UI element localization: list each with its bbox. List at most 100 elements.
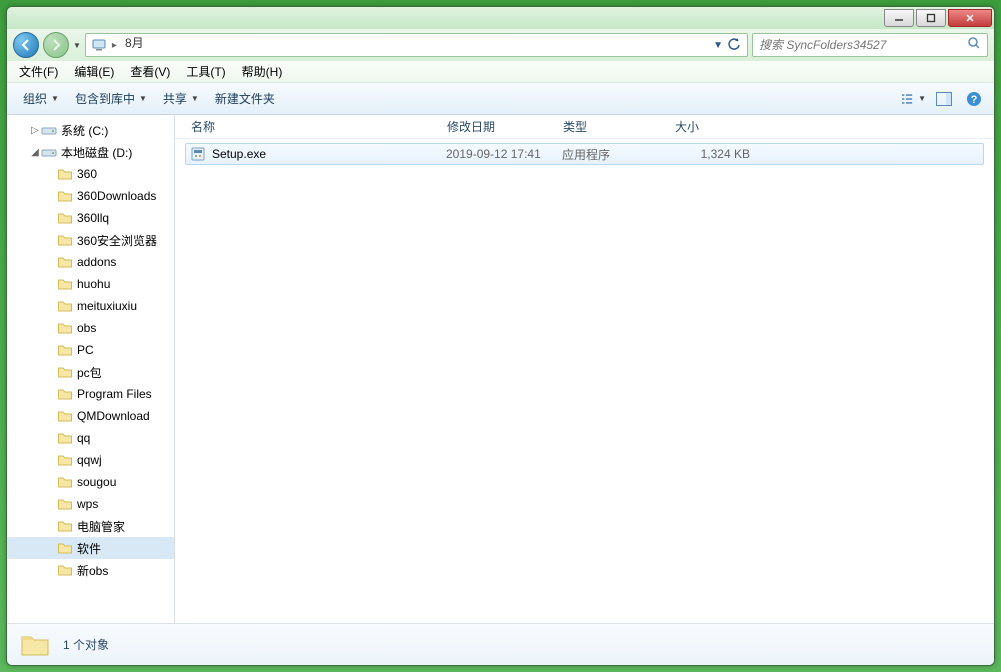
maximize-button[interactable] [916,9,946,27]
tree-item[interactable]: qq [7,427,174,449]
tree-item-label: PC [77,343,94,357]
refresh-button[interactable] [723,37,745,54]
column-type[interactable]: 类型 [557,118,669,135]
organize-button[interactable]: 组织 ▼ [15,86,67,111]
view-options-button[interactable]: ▼ [902,87,926,111]
tree-item[interactable]: pc包 [7,361,174,383]
file-size: 1,324 KB [674,147,750,161]
new-folder-button[interactable]: 新建文件夹 [207,86,283,111]
menu-tools[interactable]: 工具(T) [178,61,233,82]
drive-icon [41,122,57,138]
tree-item-label: QMDownload [77,409,150,423]
include-in-library-button[interactable]: 包含到库中▼ [67,86,155,111]
tree-item[interactable]: qqwj [7,449,174,471]
tree-item[interactable]: 软件 [7,537,174,559]
tree-item[interactable]: huohu [7,273,174,295]
folder-icon [57,342,73,358]
navigation-tree[interactable]: ▷系统 (C:)◢本地磁盘 (D:)360360Downloads360llq 3… [7,115,175,623]
menu-help[interactable]: 帮助(H) [234,61,291,82]
refresh-icon [727,37,741,51]
view-list-icon [902,92,916,106]
tree-item[interactable]: Program Files [7,383,174,405]
back-arrow-icon [19,38,33,52]
toolbar-right: ▼ ? [902,87,986,111]
svg-text:?: ? [971,94,978,106]
explorer-window: ▼ ▸ 计算机▸本地磁盘 (D:)▸软件▸8月▸01▸SyncFolders▸S… [6,6,995,666]
nav-history-dropdown[interactable]: ▼ [73,41,81,50]
tree-item[interactable]: 360llq [7,207,174,229]
forward-button[interactable] [43,32,69,58]
breadcrumb-dropdown[interactable]: ▼ [713,37,747,54]
column-date[interactable]: 修改日期 [441,118,557,135]
tree-item[interactable]: ▷系统 (C:) [7,119,174,141]
tree-item[interactable]: meituxiuxiu [7,295,174,317]
help-button[interactable]: ? [962,87,986,111]
tree-item-label: meituxiuxiu [77,299,137,313]
tree-item[interactable]: 新obs [7,559,174,581]
folder-icon [57,298,73,314]
folder-icon [57,562,73,578]
tree-item-label: 软件 [77,540,101,557]
breadcrumb-segments: 计算机▸本地磁盘 (D:)▸软件▸8月▸01▸SyncFolders▸SyncF… [119,33,231,57]
tree-item[interactable]: ◢本地磁盘 (D:) [7,141,174,163]
tree-item-label: wps [77,497,98,511]
search-icon[interactable] [967,36,981,55]
menu-file[interactable]: 文件(F) [11,61,66,82]
tree-item[interactable]: 360安全浏览器 [7,229,174,251]
expand-toggle[interactable]: ▷ [29,125,41,136]
chevron-down-icon: ▼ [918,94,926,103]
breadcrumb-segment[interactable]: 8月 [119,34,231,51]
file-date: 2019-09-12 17:41 [446,147,562,161]
preview-pane-button[interactable] [932,87,956,111]
chevron-down-icon: ▼ [51,94,59,103]
column-size[interactable]: 大小 [669,118,745,135]
folder-icon [57,364,73,380]
chevron-down-icon: ▼ [191,94,199,103]
folder-icon [57,408,73,424]
tree-item[interactable]: obs [7,317,174,339]
tree-item[interactable]: PC [7,339,174,361]
tree-item[interactable]: QMDownload [7,405,174,427]
tree-item-label: sougou [77,475,116,489]
breadcrumb[interactable]: ▸ 计算机▸本地磁盘 (D:)▸软件▸8月▸01▸SyncFolders▸Syn… [85,33,748,57]
tree-item-label: 360安全浏览器 [77,232,157,249]
drive-icon [41,144,57,160]
minimize-icon [894,13,904,23]
folder-icon [57,210,73,226]
tree-item[interactable]: 电脑管家 [7,515,174,537]
share-button[interactable]: 共享 ▼ [155,86,207,111]
file-row[interactable]: Setup.exe2019-09-12 17:41应用程序1,324 KB [185,143,984,165]
include-label: 包含到库中 [75,90,135,107]
tree-item[interactable]: sougou [7,471,174,493]
folder-large-icon [19,629,51,661]
tree-item[interactable]: 360Downloads [7,185,174,207]
menu-edit[interactable]: 编辑(E) [66,61,122,82]
file-list[interactable]: Setup.exe2019-09-12 17:41应用程序1,324 KB [175,139,994,623]
folder-icon [57,474,73,490]
menu-view[interactable]: 查看(V) [122,61,178,82]
file-type: 应用程序 [562,146,674,163]
expand-toggle[interactable]: ◢ [29,147,41,158]
close-button[interactable] [948,9,992,27]
tree-item-label: qq [77,431,90,445]
tree-item[interactable]: addons [7,251,174,273]
tree-item[interactable]: wps [7,493,174,515]
chevron-right-icon[interactable]: ▸ [110,40,119,51]
column-headers: 名称 修改日期 类型 大小 [175,115,994,139]
menubar: 文件(F) 编辑(E) 查看(V) 工具(T) 帮助(H) [7,61,994,83]
organize-label: 组织 [23,90,47,107]
search-box[interactable] [752,33,988,57]
column-name[interactable]: 名称 [185,118,441,135]
search-input[interactable] [759,38,967,52]
tree-item[interactable]: 360 [7,163,174,185]
folder-icon [57,232,73,248]
folder-icon [57,540,73,556]
statusbar: 1 个对象 [7,623,994,665]
share-label: 共享 [163,90,187,107]
file-name: Setup.exe [212,147,446,161]
chevron-right-icon[interactable]: ▸ [119,54,128,57]
forward-arrow-icon [49,38,63,52]
minimize-button[interactable] [884,9,914,27]
back-button[interactable] [13,32,39,58]
folder-icon [57,166,73,182]
